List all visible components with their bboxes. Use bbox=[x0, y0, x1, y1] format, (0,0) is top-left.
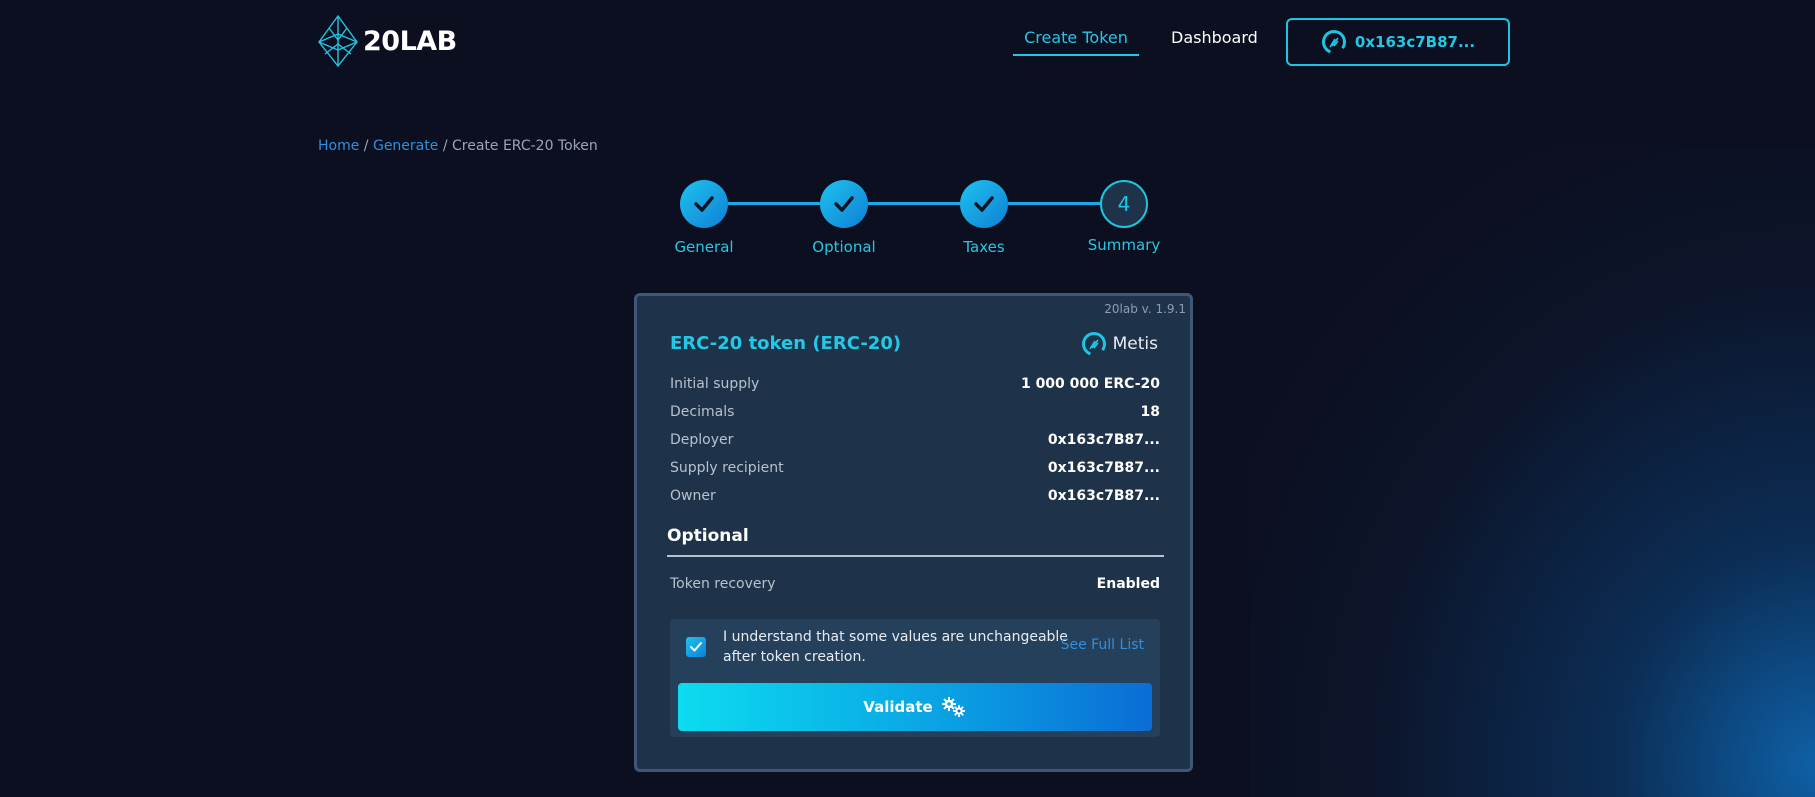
row-value: 1 000 000 ERC-20 bbox=[1020, 376, 1160, 392]
step-label-optional: Optional bbox=[812, 238, 876, 256]
step-general-circle[interactable] bbox=[680, 180, 728, 228]
step-taxes-circle[interactable] bbox=[960, 180, 1008, 228]
step-number: 4 bbox=[1117, 192, 1131, 216]
confirmation-panel: I understand that some values are unchan… bbox=[670, 619, 1160, 737]
step-connector bbox=[728, 202, 820, 205]
metis-icon bbox=[1321, 30, 1346, 54]
row-value: 18 bbox=[1140, 404, 1160, 420]
wallet-button[interactable]: 0x163c7B87... bbox=[1286, 18, 1510, 66]
summary-row: Owner 0x163c7B87... bbox=[670, 488, 1160, 504]
nav-create-token[interactable]: Create Token bbox=[1013, 28, 1139, 56]
row-value: 0x163c7B87... bbox=[1047, 432, 1160, 448]
brand-name: 20LAB bbox=[363, 25, 457, 57]
step-connector bbox=[1008, 202, 1100, 205]
checkmark-icon bbox=[834, 196, 854, 212]
row-label: Supply recipient bbox=[670, 460, 784, 476]
confirm-checkbox[interactable] bbox=[686, 637, 706, 657]
step-summary-circle[interactable]: 4 bbox=[1100, 180, 1148, 228]
version-label: 20lab v. 1.9.1 bbox=[1104, 302, 1186, 316]
breadcrumb: Home / Generate / Create ERC-20 Token bbox=[318, 138, 598, 154]
step-connector bbox=[868, 202, 960, 205]
step-label-summary: Summary bbox=[1087, 236, 1161, 254]
step-label-taxes: Taxes bbox=[963, 238, 1005, 256]
metis-icon bbox=[1081, 332, 1106, 356]
see-full-list-link[interactable]: See Full List bbox=[1061, 637, 1144, 653]
gears-icon bbox=[941, 697, 965, 717]
optional-row: Token recovery Enabled bbox=[670, 576, 1160, 592]
summary-row: Initial supply 1 000 000 ERC-20 bbox=[670, 376, 1160, 392]
row-value: Enabled bbox=[1096, 576, 1160, 592]
breadcrumb-separator: / bbox=[363, 138, 373, 154]
validate-label: Validate bbox=[863, 698, 933, 716]
breadcrumb-current: Create ERC-20 Token bbox=[451, 138, 598, 154]
row-label: Initial supply bbox=[670, 376, 760, 392]
summary-row: Decimals 18 bbox=[670, 404, 1160, 420]
checkmark-icon bbox=[974, 196, 994, 212]
row-value: 0x163c7B87... bbox=[1047, 488, 1160, 504]
row-label: Owner bbox=[670, 488, 716, 504]
breadcrumb-separator: / bbox=[442, 138, 452, 154]
step-label-general: General bbox=[674, 238, 734, 256]
row-value: 0x163c7B87... bbox=[1047, 460, 1160, 476]
wallet-address: 0x163c7B87... bbox=[1354, 33, 1476, 51]
optional-section-title: Optional bbox=[667, 526, 749, 546]
nav-dashboard[interactable]: Dashboard bbox=[1171, 28, 1258, 47]
token-title: ERC-20 token (ERC-20) bbox=[670, 333, 902, 354]
network-name: Metis bbox=[1112, 334, 1158, 354]
network-badge: Metis bbox=[1081, 331, 1158, 357]
row-label: Decimals bbox=[670, 404, 735, 420]
validate-button[interactable]: Validate bbox=[678, 683, 1152, 731]
breadcrumb-home[interactable]: Home bbox=[318, 138, 359, 154]
checkmark-icon bbox=[690, 642, 702, 652]
confirm-text: I understand that some values are unchan… bbox=[723, 629, 1068, 665]
step-optional-circle[interactable] bbox=[820, 180, 868, 228]
breadcrumb-generate[interactable]: Generate bbox=[373, 138, 438, 154]
summary-card: 20lab v. 1.9.1 ERC-20 token (ERC-20) Met… bbox=[634, 293, 1193, 772]
checkmark-icon bbox=[694, 196, 714, 212]
row-label: Token recovery bbox=[670, 576, 776, 592]
background-glow bbox=[1250, 150, 1815, 797]
summary-row: Deployer 0x163c7B87... bbox=[670, 432, 1160, 448]
summary-row: Supply recipient 0x163c7B87... bbox=[670, 460, 1160, 476]
section-divider bbox=[667, 555, 1164, 557]
diamond-logo-icon bbox=[318, 14, 358, 68]
brand-logo[interactable]: 20LAB bbox=[317, 14, 457, 68]
row-label: Deployer bbox=[670, 432, 734, 448]
